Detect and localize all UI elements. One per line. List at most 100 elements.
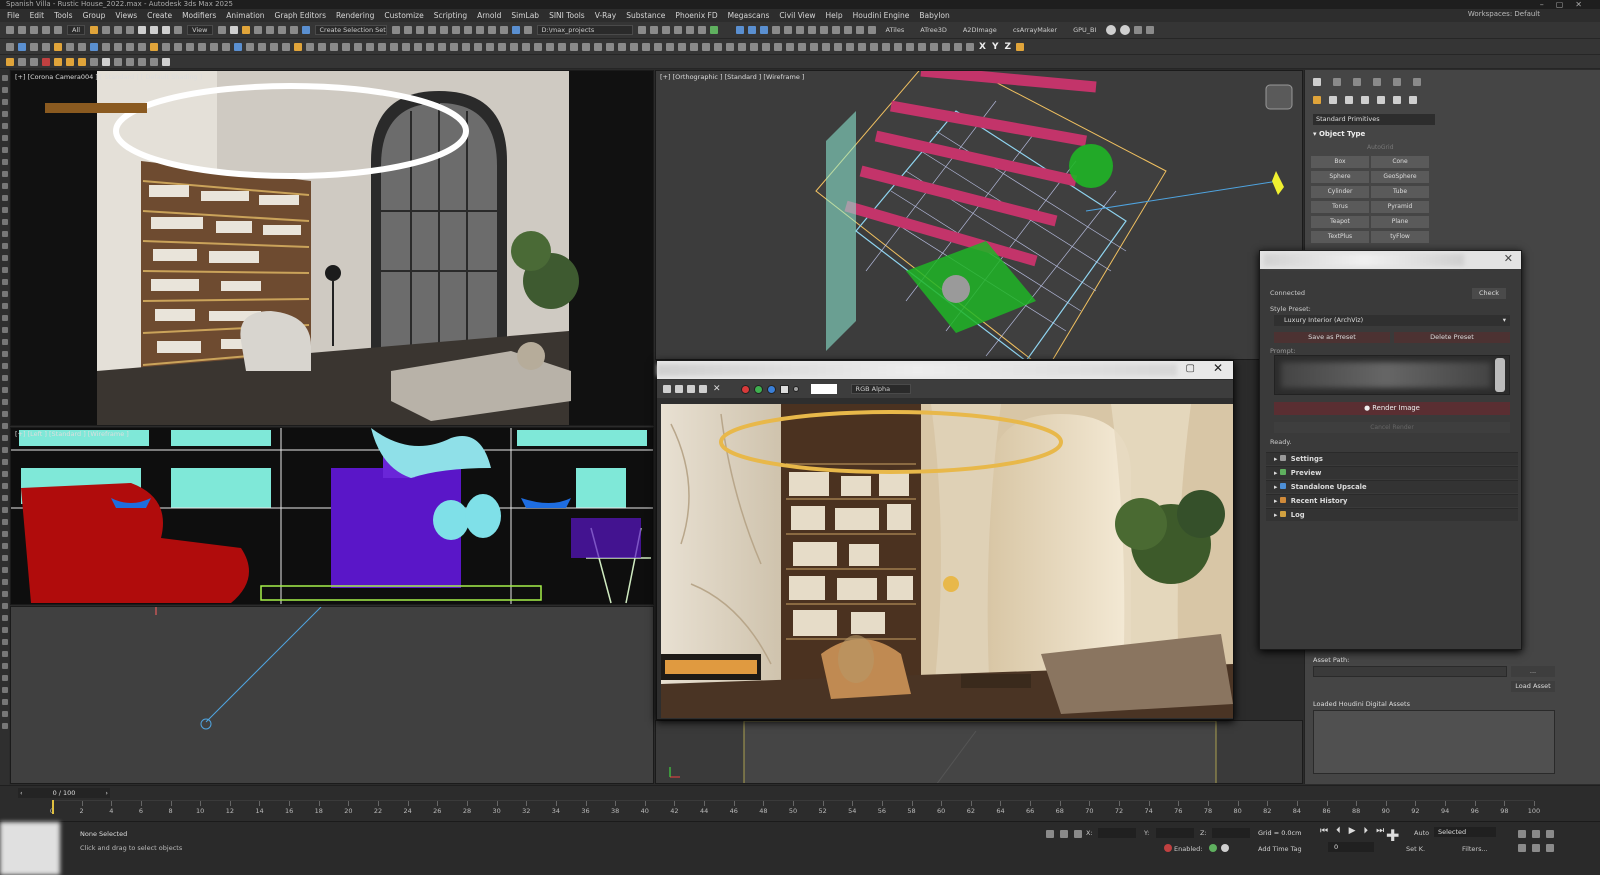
vray-toolbar-icon-2[interactable] [747, 26, 756, 34]
modeling-icon-26[interactable] [306, 42, 314, 51]
modeling-icon-10[interactable] [114, 42, 122, 51]
material-editor-icon[interactable] [463, 26, 472, 34]
key-icon[interactable]: ✚ [1386, 826, 1399, 845]
axis-z-constraint[interactable]: Z [1004, 42, 1011, 52]
modeling-icon-6[interactable] [66, 42, 74, 51]
plugin-csarraymaker[interactable]: csArrayMaker [1013, 26, 1057, 34]
modeling-icon-61[interactable] [726, 42, 734, 51]
render-in-cloud-icon[interactable] [511, 26, 520, 34]
modeling-icon-47[interactable] [558, 42, 566, 51]
snap-icon-6[interactable] [66, 57, 74, 66]
cancel-render-button[interactable]: Cancel Render [1274, 422, 1510, 433]
modeling-icon-55[interactable] [654, 42, 662, 51]
placement-icon[interactable] [174, 26, 183, 34]
rotate-icon[interactable] [150, 26, 159, 34]
modeling-icon-49[interactable] [582, 42, 590, 51]
prompt-textarea[interactable] [1274, 355, 1510, 395]
tool-strip-icon[interactable] [1, 435, 8, 441]
play-icon[interactable]: ▶ [1349, 826, 1356, 836]
tool-strip-icon[interactable] [1, 555, 8, 561]
snap-icon-4[interactable] [42, 57, 50, 66]
modeling-icon-18[interactable] [210, 42, 218, 51]
check-icon[interactable] [709, 26, 718, 34]
modeling-icon-35[interactable] [414, 42, 422, 51]
plugin-a2dimage[interactable]: A2DImage [963, 26, 997, 34]
tool-strip-icon[interactable] [1, 147, 8, 153]
helpers-icon[interactable] [1377, 96, 1385, 104]
modeling-icon-13[interactable] [150, 42, 158, 51]
plugin-gpu-bi[interactable]: GPU_BI [1073, 26, 1096, 34]
left-viewport[interactable]: [+] [Left ] [Standard ] [Wireframe ] [10, 427, 654, 605]
modeling-icon-73[interactable] [870, 42, 878, 51]
alpha-channel-toggle[interactable] [779, 384, 789, 394]
modeling-icon-44[interactable] [522, 42, 530, 51]
tool-strip-icon[interactable] [1, 543, 8, 549]
modeling-icon-52[interactable] [618, 42, 626, 51]
time-slider[interactable]: ‹ 0 / 100 › [18, 788, 110, 798]
modeling-icon-15[interactable] [174, 42, 182, 51]
modeling-icon-9[interactable] [102, 42, 110, 51]
menu-v-ray[interactable]: V-Ray [590, 11, 621, 20]
z-coord-field[interactable] [1212, 828, 1250, 838]
modeling-icon-68[interactable] [810, 42, 818, 51]
modeling-icon-28[interactable] [330, 42, 338, 51]
percent-snap-icon[interactable] [277, 26, 286, 34]
pivot-center-icon[interactable] [217, 26, 226, 34]
isolate-icon[interactable] [1046, 830, 1054, 838]
workspace-selector[interactable]: Workspaces: Default [1468, 10, 1540, 18]
tool-strip-icon[interactable] [1, 231, 8, 237]
menu-megascans[interactable]: Megascans [723, 11, 775, 20]
modeling-icon-12[interactable] [138, 42, 146, 51]
help-icon[interactable] [162, 57, 170, 66]
motion-tab-icon[interactable] [1373, 78, 1381, 86]
close-icon[interactable]: ✕ [1213, 361, 1223, 375]
pyramid-button[interactable]: Pyramid [1371, 201, 1429, 213]
snap-icon-3[interactable] [30, 57, 38, 66]
vray-toolbar-icon-10[interactable] [843, 26, 852, 34]
redo-icon[interactable] [18, 26, 26, 34]
maximize-icon[interactable]: ▢ [1186, 363, 1195, 374]
check-connection-button[interactable]: Check [1472, 288, 1506, 299]
delete-preset-button[interactable]: Delete Preset [1394, 332, 1510, 343]
utilities-tab-icon[interactable] [1413, 78, 1421, 86]
box-button[interactable]: Box [1311, 156, 1369, 168]
vray-toolbar-icon-7[interactable] [807, 26, 816, 34]
torus-button[interactable]: Torus [1311, 201, 1369, 213]
tool-strip-icon[interactable] [1, 471, 8, 477]
menu-graph-editors[interactable]: Graph Editors [270, 11, 332, 20]
viewport-label[interactable]: [+] [Left ] [Standard ] [Wireframe ] [15, 430, 129, 438]
modeling-icon-80[interactable] [954, 42, 962, 51]
browse-asset-button[interactable]: ... [1511, 666, 1555, 677]
log-section[interactable]: ▸ Log [1266, 508, 1518, 521]
toggle-ribbon-icon[interactable] [427, 26, 436, 34]
modeling-icon-65[interactable] [774, 42, 782, 51]
previous-frame-icon[interactable]: ⏴ [1336, 826, 1341, 836]
sphere-button[interactable]: Sphere [1311, 171, 1369, 183]
tool-strip-icon[interactable] [1, 663, 8, 669]
modeling-icon-11[interactable] [126, 42, 134, 51]
cameras-icon[interactable] [1361, 96, 1369, 104]
enabled-toggle[interactable] [1209, 844, 1217, 852]
modeling-icon-63[interactable] [750, 42, 758, 51]
tool-strip-icon[interactable] [1, 627, 8, 633]
tool-strip-icon[interactable] [1, 603, 8, 609]
modeling-icon-51[interactable] [606, 42, 614, 51]
clone-frame-icon[interactable] [675, 385, 683, 393]
snaps-toggle-icon[interactable] [253, 26, 262, 34]
tool-strip-icon[interactable] [1, 159, 8, 165]
open-folder-icon[interactable] [637, 26, 646, 34]
menu-help[interactable]: Help [821, 11, 848, 20]
move-icon[interactable] [138, 26, 147, 34]
key-filters-button[interactable]: Filters... [1462, 845, 1488, 853]
modify-tab-icon[interactable] [1333, 78, 1341, 86]
timeline-track[interactable]: 0246810121416182022242628303234363840424… [50, 800, 1540, 820]
systems-icon[interactable] [1409, 96, 1417, 104]
go-to-start-icon[interactable]: ⏮ [1320, 826, 1328, 836]
tool-strip-icon[interactable] [1, 399, 8, 405]
modeling-icon-29[interactable] [342, 42, 350, 51]
snap-icon-13[interactable] [150, 57, 158, 66]
loaded-hda-list[interactable] [1313, 710, 1555, 774]
layer-explorer-icon[interactable] [415, 26, 424, 34]
menu-create[interactable]: Create [142, 11, 177, 20]
tool-strip-icon[interactable] [1, 507, 8, 513]
